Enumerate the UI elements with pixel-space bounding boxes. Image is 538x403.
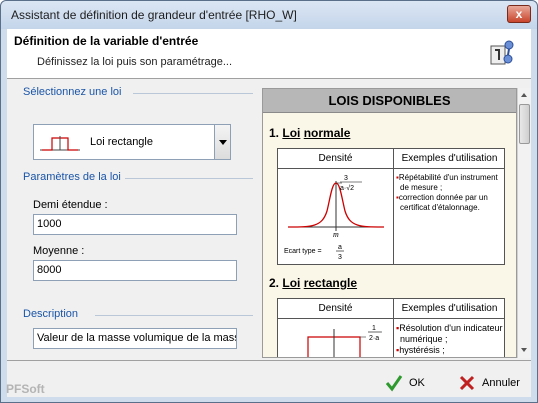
- law-word: Loi: [282, 126, 301, 140]
- cancel-label: Annuler: [482, 377, 520, 389]
- check-icon: [385, 375, 403, 392]
- law-title-rectangle: 2. Loi rectangle: [269, 276, 357, 290]
- params-label: Paramètres de la loi: [23, 171, 121, 183]
- divider: [393, 299, 394, 357]
- half-range-input[interactable]: 1000: [33, 214, 237, 235]
- window-title: Assistant de définition de grandeur d'en…: [11, 8, 297, 22]
- list-item: ▪hystérésis ;: [396, 345, 445, 355]
- client-area: Définition de la variable d'entrée Défin…: [6, 29, 531, 397]
- header-subtitle: Définissez la loi puis son paramétrage..…: [37, 56, 233, 68]
- std-den: 3: [338, 254, 342, 261]
- list-item: ▪Résolution d'un indicateur numérique ;: [396, 323, 503, 344]
- header-title: Définition de la variable d'entrée: [14, 34, 199, 48]
- dropdown-arrow-icon[interactable]: [214, 125, 230, 159]
- ok-button[interactable]: OK: [385, 370, 441, 396]
- formula-den: a·√2: [340, 184, 354, 192]
- law-name: normale: [303, 126, 351, 140]
- axis-m: m: [333, 230, 339, 239]
- cancel-button[interactable]: Annuler: [458, 370, 530, 396]
- laws-header: LOIS DISPONIBLES: [263, 89, 516, 113]
- rectangle-examples: ▪Résolution d'un indicateur numérique ; …: [396, 323, 504, 356]
- std-num: a: [338, 244, 342, 251]
- laws-panel: LOIS DISPONIBLES 1. Loi normale Densité …: [262, 88, 517, 358]
- formula-num: 1: [372, 325, 376, 332]
- divider: [95, 315, 253, 316]
- law-number: 2.: [269, 276, 280, 290]
- formula-num: 3: [344, 175, 348, 182]
- law-select[interactable]: Loi rectangle: [33, 124, 231, 160]
- divider: [133, 93, 253, 94]
- left-panel: Sélectionnez une loi Loi rectangle Param…: [13, 86, 257, 358]
- normal-law-table: Densité Exemples d'utilisation 3 a·√2 m …: [277, 148, 505, 265]
- description-input[interactable]: Valeur de la masse volumique de la masse: [33, 328, 237, 349]
- normal-examples: ▪Répétabilité d'un instrument de mesure …: [396, 173, 504, 213]
- close-button[interactable]: x: [507, 5, 531, 23]
- brand-label: PFSoft: [6, 382, 45, 396]
- half-range-label: Demi étendue :: [33, 199, 108, 211]
- law-title-normal: 1. Loi normale: [269, 126, 350, 140]
- mean-label: Moyenne :: [33, 245, 85, 257]
- wizard-header: Définition de la variable d'entrée Défin…: [7, 29, 531, 79]
- list-item: ▪Répétabilité d'un instrument de mesure …: [396, 173, 498, 192]
- scroll-thumb[interactable]: [519, 104, 530, 144]
- rectangle-law-table: Densité Exemples d'utilisation 1 2·a ▪Ré…: [277, 298, 505, 357]
- cross-icon: [459, 375, 475, 391]
- rectangle-density-plot: 1 2·a: [307, 325, 382, 357]
- scroll-down-icon[interactable]: [518, 343, 531, 357]
- col-examples: Exemples d'utilisation: [394, 149, 505, 169]
- scroll-up-icon[interactable]: [518, 88, 531, 102]
- std-label: Ecart type =: [284, 248, 322, 255]
- wizard-icon: [490, 40, 514, 65]
- normal-density-plot: 3 a·√2 m Ecart type = a 3: [284, 175, 385, 261]
- mean-input[interactable]: 8000: [33, 260, 237, 281]
- dialog-window: Assistant de définition de grandeur d'en…: [0, 0, 538, 403]
- divider: [393, 149, 394, 264]
- col-density: Densité: [278, 299, 393, 319]
- selected-law: Loi rectangle: [90, 136, 153, 148]
- col-examples: Exemples d'utilisation: [394, 299, 505, 319]
- laws-scrollbar[interactable]: [517, 88, 531, 358]
- divider: [7, 360, 531, 361]
- law-name: rectangle: [303, 276, 358, 290]
- ok-label: OK: [409, 377, 425, 389]
- select-law-label: Sélectionnez une loi: [23, 86, 122, 98]
- rectangle-law-icon: [40, 136, 80, 151]
- formula-den: 2·a: [369, 335, 379, 342]
- col-density: Densité: [278, 149, 393, 169]
- law-number: 1.: [269, 126, 280, 140]
- list-item: ▪correction donnée par un certificat d'é…: [396, 193, 488, 212]
- law-word: Loi: [282, 276, 301, 290]
- divider: [125, 178, 253, 179]
- title-bar[interactable]: Assistant de définition de grandeur d'en…: [1, 1, 537, 29]
- description-label: Description: [23, 308, 79, 320]
